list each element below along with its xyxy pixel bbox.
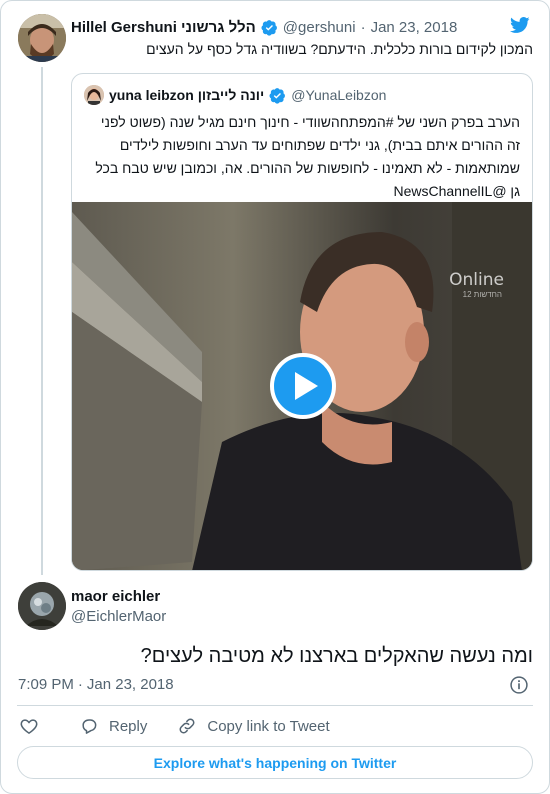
play-icon[interactable]	[270, 353, 336, 419]
twitter-bird-icon[interactable]	[509, 15, 531, 35]
quoted-tweet[interactable]: yuna leibzon יונה לייבזון @YunaLeibzon ה…	[71, 73, 533, 571]
verified-badge-icon	[269, 87, 286, 104]
tweet-time[interactable]: 7:09 PM	[18, 676, 74, 693]
reply-author-handle[interactable]: @EichlerMaor	[71, 608, 166, 625]
tweet-date[interactable]: Jan 23, 2018	[87, 676, 174, 693]
separator-dot: ·	[360, 18, 366, 36]
embedded-tweet-card: Hillel Gershuni הלל גרשוני @gershuni · J…	[0, 0, 550, 794]
reply-bubble-icon	[82, 719, 97, 734]
reply-label: Reply	[109, 717, 148, 735]
tweet-text: המכון לקידום בורות כלכלית. הידעתם? בשווד…	[146, 41, 533, 57]
reply-button[interactable]: Reply	[79, 716, 147, 736]
parent-tweet-header: Hillel Gershuni הלל גרשוני @gershuni · J…	[71, 17, 457, 37]
copy-link-button[interactable]: Copy link to Tweet	[177, 716, 330, 736]
video-thumbnail[interactable]: Online החדשות 12	[72, 202, 532, 570]
quoted-author-name: yuna leibzon יונה לייבזון	[109, 87, 265, 103]
tweet-actions: Reply Copy link to Tweet	[19, 715, 360, 737]
author-name[interactable]: Hillel Gershuni הלל גרשוני	[71, 19, 256, 36]
like-button[interactable]	[19, 716, 49, 736]
separator-dot: ·	[77, 676, 83, 693]
copy-link-label: Copy link to Tweet	[207, 717, 330, 735]
explore-twitter-button[interactable]: Explore what's happening on Twitter	[17, 746, 533, 779]
video-watermark-sub: החדשות 12	[462, 290, 502, 299]
verified-badge-icon	[261, 19, 277, 36]
info-icon[interactable]	[509, 675, 529, 695]
heart-icon	[20, 719, 38, 734]
quoted-tweet-header: yuna leibzon יונה לייבזון @YunaLeibzon	[84, 84, 386, 106]
reply-author-name[interactable]: maor eichler	[71, 588, 160, 605]
tweet-date[interactable]: Jan 23, 2018	[371, 19, 458, 36]
quoted-tweet-text: הערב בפרק השני של #המפתחהשוודי - חינוך ח…	[95, 114, 520, 199]
thread-connector-line	[41, 67, 43, 575]
avatar[interactable]	[18, 582, 66, 630]
avatar[interactable]	[18, 14, 66, 62]
quoted-author-handle: @YunaLeibzon	[291, 87, 387, 103]
avatar	[84, 85, 104, 105]
reply-tweet-text: ומה נעשה שהאקלים בארצנו לא מטיבה לעצים?	[140, 645, 533, 667]
video-watermark: Online	[449, 270, 504, 290]
tweet-timestamp[interactable]: 7:09 PM · Jan 23, 2018	[18, 676, 174, 693]
link-icon	[179, 718, 195, 734]
divider	[17, 705, 533, 706]
author-handle[interactable]: @gershuni	[283, 19, 356, 36]
